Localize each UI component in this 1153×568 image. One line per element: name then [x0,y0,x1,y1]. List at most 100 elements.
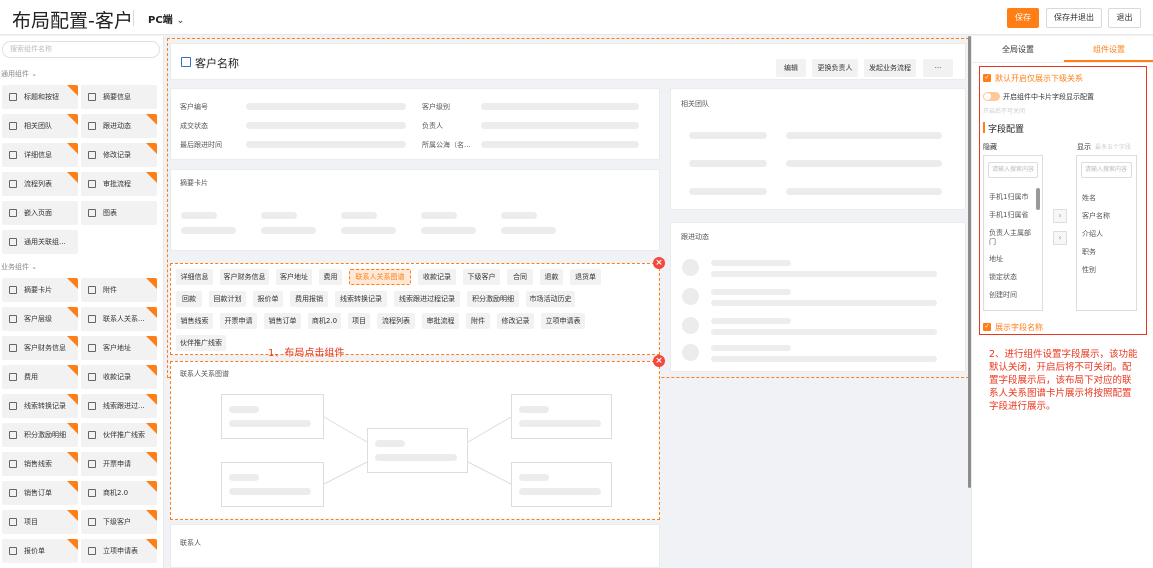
group-common-label[interactable]: 通用组件 ⌄ [1,69,37,79]
show-field-name-checkbox[interactable]: ✓ [983,323,991,331]
hidden-field-list[interactable]: 请输入搜索内容 手机1归属市 手机1归属省负责人主属部门地址锁定状态创建时间 [983,155,1043,311]
component-tab[interactable]: 积分激励明细 [467,291,519,307]
shown-field-item[interactable]: 介绍人 [1082,229,1103,239]
hidden-field-item[interactable]: 锁定状态 [989,273,1035,282]
component-item[interactable]: 费用 [2,365,78,389]
shown-field-item[interactable]: 性别 [1082,265,1096,275]
followup-card[interactable]: 跟进动态 [670,222,966,372]
component-tab[interactable]: 伙伴推广线索 [176,335,226,351]
component-item[interactable]: 立项申请表 [81,539,157,563]
component-tab[interactable]: 客户财务信息 [220,269,269,285]
hidden-search-input[interactable]: 请输入搜索内容 [988,162,1038,178]
tabs-component[interactable]: 详细信息 客户财务信息 客户地址 费用 联系人关系图谱 收款记录 下级客户 合同 退款 退货单 回款… [170,263,660,355]
component-item[interactable]: 摘要卡片 [2,278,78,302]
component-tab[interactable]: 客户地址 [276,269,312,285]
component-tab[interactable]: 附件 [466,313,490,329]
card-field-toggle[interactable] [983,92,1000,101]
header-card[interactable]: 客户名称 编辑 更换负责人 发起业务流程 ··· [170,43,966,80]
relation-map-card[interactable]: 联系人关系图谱 [170,361,660,520]
component-tab[interactable]: 修改记录 [497,313,534,329]
component-tab[interactable]: 商机2.0 [308,313,341,329]
relation-node[interactable] [221,462,324,507]
save-button[interactable]: 保存 [1007,8,1039,28]
component-item[interactable]: 标题和按钮 [2,85,78,109]
component-item[interactable]: 项目 [2,510,78,534]
device-select[interactable]: PC端 ⌄ [148,11,184,26]
component-item[interactable]: 报价单 [2,539,78,563]
component-item[interactable]: 伙伴推广线索 [81,423,157,447]
component-tab[interactable]: 收款记录 [418,269,456,285]
component-item[interactable]: 客户层级 [2,307,78,331]
component-item[interactable]: 销售订单 [2,481,78,505]
component-tab[interactable]: 立项申请表 [541,313,585,329]
component-item[interactable]: 跟进动态 [81,114,157,138]
component-tab[interactable]: 流程列表 [377,313,415,329]
edit-button[interactable]: 编辑 [776,59,806,77]
component-tab[interactable]: 合同 [507,269,533,285]
detail-card[interactable]: 客户编号 客户级别 成交状态 负责人 最后跟进时间 所属公海（名... [170,88,660,160]
component-item[interactable]: 下级客户 [81,510,157,534]
relation-node[interactable] [511,394,612,439]
component-item[interactable]: 积分激励明细 [2,423,78,447]
component-item[interactable]: 商机2.0 [81,481,157,505]
relation-node[interactable] [221,394,324,439]
more-button[interactable]: ··· [923,59,953,77]
default-sub-checkbox[interactable]: ✓ [983,74,991,82]
component-tab[interactable]: 详细信息 [176,269,213,285]
shown-field-item[interactable]: 客户名称 [1082,211,1110,221]
component-tab[interactable]: 销售线索 [176,313,213,329]
tab-global-settings[interactable]: 全局设置 [1002,44,1034,55]
component-item[interactable]: 详细信息 [2,143,78,167]
component-item[interactable]: 客户地址 [81,336,157,360]
hidden-field-item[interactable]: 手机1归属市 [989,193,1035,202]
component-item[interactable]: 开票申请 [81,452,157,476]
component-tab[interactable]: 线索转换记录 [335,291,387,307]
component-item[interactable]: 联系人关系... [81,307,157,331]
component-item[interactable]: 修改记录 [81,143,157,167]
component-tab[interactable]: 审批流程 [422,313,459,329]
component-item[interactable]: 图表 [81,201,157,225]
component-item[interactable]: 收款记录 [81,365,157,389]
component-tab[interactable]: 退款 [540,269,563,285]
shown-field-item[interactable]: 姓名 [1082,193,1096,203]
hidden-field-item[interactable]: 创建时间 [989,291,1035,300]
exit-button[interactable]: 退出 [1108,8,1141,28]
component-item[interactable]: 客户财务信息 [2,336,78,360]
related-team-card[interactable]: 相关团队 [670,88,966,210]
hidden-field-item[interactable]: 负责人主属部门 [989,229,1035,247]
component-item[interactable]: 审批流程 [81,172,157,196]
component-item[interactable]: 嵌入页面 [2,201,78,225]
tab-component-settings[interactable]: 组件设置 [1093,44,1125,55]
component-item[interactable]: 线索跟进过... [81,394,157,418]
list-scrollbar[interactable] [1036,188,1040,210]
shown-field-list[interactable]: 请输入搜索内容 姓名客户名称介绍人职务性别 [1076,155,1137,311]
component-tab[interactable]: 项目 [348,313,370,329]
component-tab[interactable]: 回款 [176,291,202,307]
component-search-input[interactable]: 搜索组件名称 [2,41,160,58]
relation-center-node[interactable] [367,428,468,473]
summary-card[interactable]: 摘要卡片 [170,169,660,251]
component-tab[interactable]: 退货单 [570,269,601,285]
group-business-label[interactable]: 业务组件 ⌄ [1,262,37,272]
delete-component-icon[interactable]: × [653,257,665,269]
save-exit-button[interactable]: 保存并退出 [1046,8,1102,28]
component-item[interactable]: 销售线索 [2,452,78,476]
component-tab[interactable]: 费用报销 [290,291,328,307]
component-tab[interactable]: 线索跟进过程记录 [394,291,460,307]
shown-search-input[interactable]: 请输入搜索内容 [1081,162,1132,178]
component-item[interactable]: 相关团队 [2,114,78,138]
component-tab[interactable]: 报价单 [253,291,283,307]
hidden-field-item[interactable]: 地址 [989,255,1035,264]
component-tab[interactable]: 销售订单 [264,313,301,329]
component-tab[interactable]: 回款计划 [209,291,246,307]
component-tab[interactable]: 下级客户 [463,269,500,285]
shown-field-item[interactable]: 职务 [1082,247,1096,257]
hidden-field-item[interactable]: 手机1归属省 [989,211,1035,220]
contacts-card[interactable]: 联系人 [170,524,660,568]
relation-node[interactable] [511,462,612,507]
delete-component-icon[interactable]: × [653,355,665,367]
component-item[interactable]: 摘要信息 [81,85,157,109]
start-flow-button[interactable]: 发起业务流程 [864,59,916,77]
component-item[interactable]: 通用关联组... [2,230,78,254]
change-owner-button[interactable]: 更换负责人 [812,59,858,77]
